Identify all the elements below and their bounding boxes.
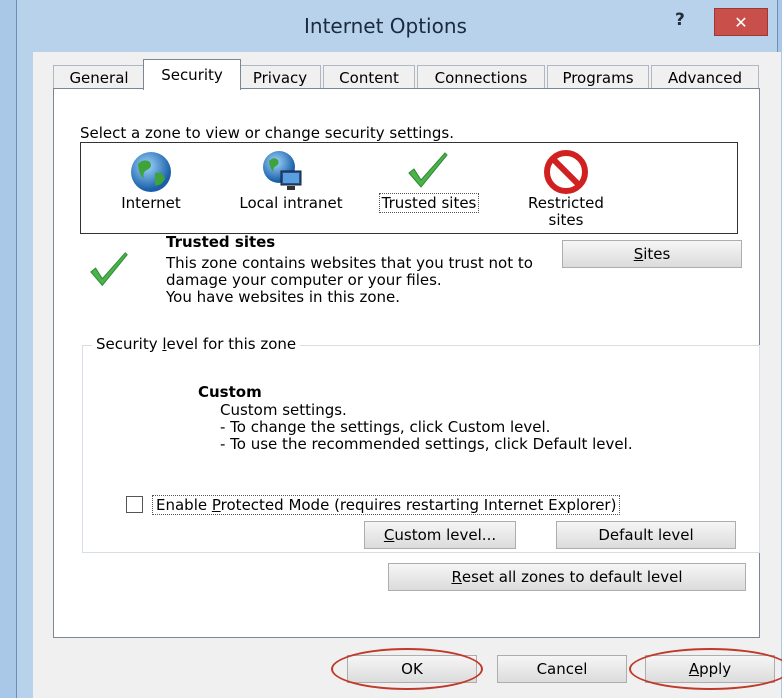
protected-mode-label[interactable]: Enable Protected Mode (requires restarti…: [152, 495, 621, 515]
intranet-globe-icon: [263, 151, 302, 190]
ok-highlight-annotation: [331, 648, 483, 690]
tab-connections[interactable]: Connections: [417, 65, 545, 89]
zone-trusted-sites[interactable]: Trusted sites: [369, 143, 489, 233]
custom-level-button[interactable]: Custom level...: [364, 521, 516, 549]
tab-programs[interactable]: Programs: [547, 65, 649, 89]
sites-button[interactable]: Sites: [562, 240, 742, 268]
selected-zone-heading: Trusted sites: [166, 233, 276, 251]
zone-list: Internet Local intranet Trusted sites Re…: [80, 142, 738, 234]
security-tab-panel: Select a zone to view or change security…: [53, 88, 760, 638]
tab-advanced[interactable]: Advanced: [651, 65, 759, 89]
zone-restricted-sites[interactable]: Restricted sites: [511, 143, 621, 233]
security-level-name: Custom: [198, 383, 262, 401]
security-level-group-title: Security level for this zone: [92, 335, 301, 353]
zone-local-intranet-label: Local intranet: [239, 194, 343, 212]
close-button[interactable]: ✕: [714, 8, 768, 36]
zone-trusted-sites-label: Trusted sites: [378, 193, 480, 213]
window-frame: Internet Options ? ✕ General Security Pr…: [16, 0, 782, 698]
selected-zone-description-text: This zone contains websites that you tru…: [166, 254, 533, 289]
close-icon: ✕: [734, 12, 748, 32]
default-level-button[interactable]: Default level: [556, 521, 736, 549]
zone-restricted-sites-label-line2: sites: [548, 211, 584, 229]
zone-prompt: Select a zone to view or change security…: [80, 124, 455, 142]
help-button[interactable]: ?: [675, 10, 685, 30]
reset-all-zones-button[interactable]: Reset all zones to default level: [388, 563, 746, 591]
zone-internet-label: Internet: [121, 194, 181, 212]
apply-highlight-annotation: [629, 648, 782, 690]
checkmark-icon: [408, 152, 448, 188]
protected-mode-checkbox[interactable]: [126, 496, 143, 513]
dialog-client-area: General Security Privacy Content Connect…: [33, 52, 782, 698]
selected-zone-checkmark-icon: [90, 252, 128, 287]
tab-general[interactable]: General: [53, 65, 145, 89]
security-level-description: Custom settings. - To change the settings…: [220, 401, 633, 453]
cancel-button[interactable]: Cancel: [497, 655, 627, 683]
selected-zone-note: You have websites in this zone.: [166, 288, 401, 306]
selected-zone-description: This zone contains websites that you tru…: [166, 255, 546, 306]
no-entry-icon: [544, 150, 588, 194]
zone-local-intranet[interactable]: Local intranet: [221, 143, 361, 233]
tab-security[interactable]: Security: [143, 59, 241, 90]
internet-options-window: Internet Options ? ✕ General Security Pr…: [0, 0, 782, 698]
zone-restricted-sites-label-line1: Restricted: [528, 194, 604, 212]
tab-content[interactable]: Content: [323, 65, 415, 89]
window-title: Internet Options: [304, 14, 467, 38]
globe-icon: [131, 152, 171, 192]
title-bar[interactable]: Internet Options ? ✕: [17, 0, 777, 52]
zone-internet[interactable]: Internet: [101, 143, 201, 233]
tab-privacy[interactable]: Privacy: [239, 65, 321, 89]
